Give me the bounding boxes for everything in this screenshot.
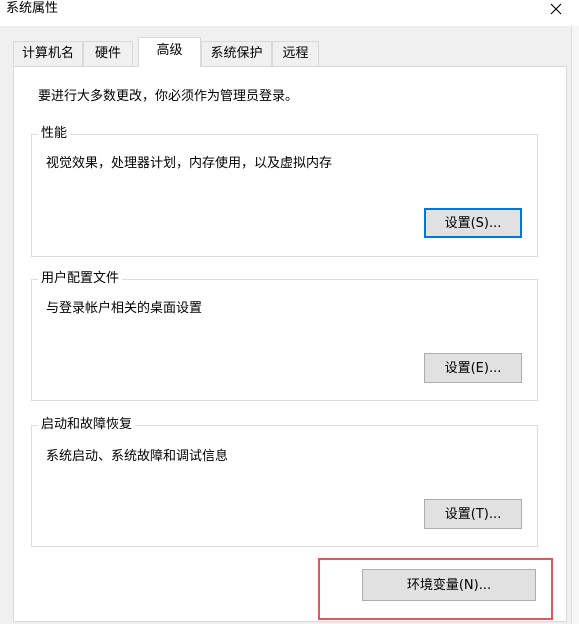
tab-computer-name[interactable]: 计算机名	[13, 41, 83, 66]
window-title: 系统属性	[6, 1, 59, 16]
tab-remote[interactable]: 远程	[272, 41, 319, 66]
title-bar: 系统属性	[0, 0, 579, 26]
user-profiles-group-title: 用户配置文件	[38, 271, 123, 287]
startup-recovery-group-title: 启动和故障恢复	[38, 417, 136, 433]
performance-group	[31, 134, 538, 257]
tab-advanced[interactable]: 高级	[138, 37, 201, 67]
environment-variables-button[interactable]: 环境变量(N)...	[362, 569, 536, 601]
user-profiles-description: 与登录帐户相关的桌面设置	[46, 301, 203, 316]
user-profiles-settings-button[interactable]: 设置(E)...	[424, 353, 522, 383]
system-properties-window: 系统属性 计算机名 硬件 高级 系统保护 远程 要进行大多数更改，你必须作为管理…	[0, 0, 579, 624]
close-icon	[550, 3, 562, 15]
tab-system-protection[interactable]: 系统保护	[201, 41, 272, 66]
startup-recovery-settings-button[interactable]: 设置(T)...	[424, 499, 522, 529]
background-window-edge	[571, 26, 579, 624]
performance-group-title: 性能	[38, 126, 71, 142]
performance-settings-button[interactable]: 设置(S)...	[424, 208, 522, 238]
performance-description: 视觉效果，处理器计划，内存使用，以及虚拟内存	[46, 156, 333, 171]
admin-note: 要进行大多数更改，你必须作为管理员登录。	[38, 89, 299, 104]
tab-hardware[interactable]: 硬件	[83, 41, 133, 66]
close-button[interactable]	[538, 0, 574, 18]
startup-recovery-description: 系统启动、系统故障和调试信息	[46, 449, 229, 464]
